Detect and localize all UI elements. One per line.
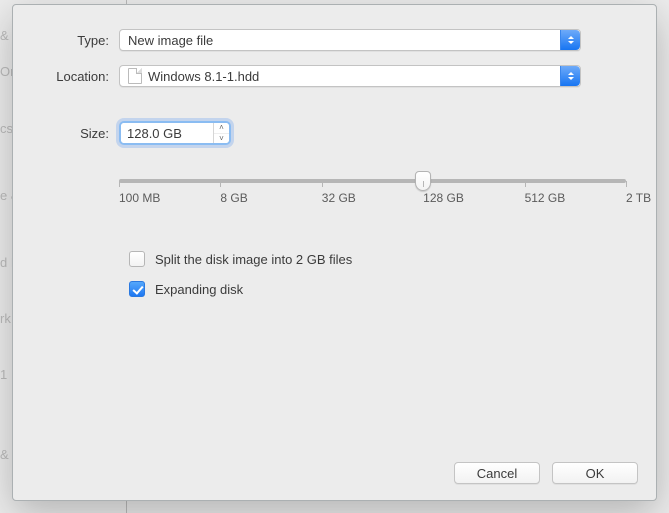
location-label: Location: xyxy=(13,69,119,84)
document-icon xyxy=(128,68,142,84)
type-popup[interactable]: New image file xyxy=(119,29,581,51)
type-label: Type: xyxy=(13,33,119,48)
size-slider[interactable] xyxy=(119,179,626,183)
size-stepper[interactable]: ˄ ˅ xyxy=(119,121,231,145)
size-label: Size: xyxy=(13,126,119,141)
split-checkbox-label: Split the disk image into 2 GB files xyxy=(155,252,352,267)
split-checkbox[interactable] xyxy=(129,251,145,267)
size-input[interactable] xyxy=(121,123,213,143)
size-slider-ticks: 100 MB 8 GB 32 GB 128 GB 512 GB 2 TB xyxy=(119,191,626,205)
popup-arrows-icon xyxy=(560,66,580,86)
ok-button[interactable]: OK xyxy=(552,462,638,484)
new-disk-sheet: Type: New image file Location: Windows 8… xyxy=(12,4,657,501)
stepper-down[interactable]: ˅ xyxy=(214,134,229,144)
stepper-up[interactable]: ˄ xyxy=(214,123,229,134)
expanding-checkbox-label: Expanding disk xyxy=(155,282,243,297)
location-popup[interactable]: Windows 8.1-1.hdd xyxy=(119,65,581,87)
stepper-arrows-icon[interactable]: ˄ ˅ xyxy=(213,123,229,143)
type-popup-value: New image file xyxy=(128,33,213,48)
cancel-button[interactable]: Cancel xyxy=(454,462,540,484)
location-popup-value: Windows 8.1-1.hdd xyxy=(148,69,259,84)
expanding-checkbox[interactable] xyxy=(129,281,145,297)
popup-arrows-icon xyxy=(560,30,580,50)
